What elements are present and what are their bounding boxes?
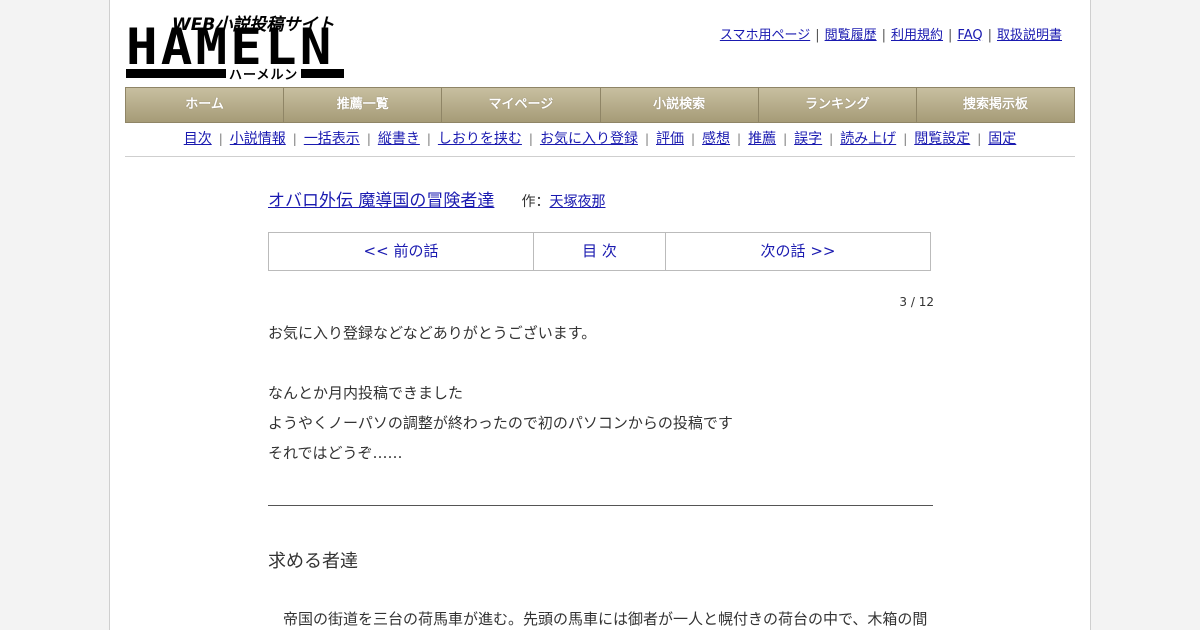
separator: | <box>903 132 908 146</box>
main-nav-ranking[interactable]: ランキング <box>759 88 917 122</box>
sub-nav-toc[interactable]: 目次 <box>184 131 212 147</box>
sub-nav-rating[interactable]: 評価 <box>656 131 684 147</box>
preface: お気に入り登録などなどありがとうございます。 なんとか月内投稿できました ようや… <box>268 318 733 468</box>
separator: | <box>644 132 649 146</box>
separator: | <box>691 132 696 146</box>
sub-nav-bookmark[interactable]: しおりを挟む <box>438 131 522 147</box>
sub-nav-novel-info[interactable]: 小説情報 <box>230 131 286 147</box>
main-nav: ホーム 推薦一覧 マイページ 小説検索 ランキング 捜索掲示板 <box>125 87 1075 123</box>
separator: | <box>528 132 533 146</box>
author-label: 作： <box>521 194 550 210</box>
chapter-body-line: 帝国の街道を三台の荷馬車が進む。先頭の馬車には御者が一人と幌付きの荷台の中で、木… <box>268 610 928 628</box>
top-link-smartphone[interactable]: スマホ用ページ <box>720 28 810 43</box>
preface-line: お気に入り登録などなどありがとうございます。 <box>268 324 597 342</box>
main-nav-home[interactable]: ホーム <box>126 88 285 122</box>
top-link-history[interactable]: 閲覧履歴 <box>825 28 877 43</box>
main-nav-board[interactable]: 捜索掲示板 <box>917 88 1074 122</box>
sub-nav-show-all[interactable]: 一括表示 <box>304 131 360 147</box>
separator: | <box>783 132 788 146</box>
sub-nav-favorite[interactable]: お気に入り登録 <box>540 131 638 147</box>
novel-title-link[interactable]: オバロ外伝 魔導国の冒険者達 <box>268 191 494 211</box>
separator: | <box>987 28 992 43</box>
separator: | <box>218 132 223 146</box>
page-container: WEB小説投稿サイト HAMELN ハーメルン スマホ用ページ | 閲覧履歴 | 利用規… <box>109 0 1091 630</box>
chapter-title: 求める者達 <box>268 551 358 572</box>
preface-line: なんとか月内投稿できました <box>268 384 464 402</box>
toc-link[interactable]: 目 次 <box>534 233 666 270</box>
separator: | <box>426 132 431 146</box>
separator: | <box>977 132 982 146</box>
sub-nav-reviews[interactable]: 感想 <box>702 131 730 147</box>
separator: | <box>881 28 886 43</box>
separator: | <box>737 132 742 146</box>
main-nav-recommendations[interactable]: 推薦一覧 <box>284 88 443 122</box>
main-nav-mypage[interactable]: マイページ <box>442 88 601 122</box>
top-link-terms[interactable]: 利用規約 <box>891 28 943 43</box>
main-nav-search[interactable]: 小説検索 <box>601 88 759 122</box>
top-links: スマホ用ページ | 閲覧履歴 | 利用規約 | FAQ | 取扱説明書 <box>720 24 1062 43</box>
preface-line: それではどうぞ…… <box>268 444 403 462</box>
separator: | <box>948 28 953 43</box>
sub-nav: 目次 | 小説情報 | 一括表示 | 縦書き | しおりを挟む | お気に入り登録 | 評価 | 感想 | 推薦… <box>125 122 1075 157</box>
novel-title-row: オバロ外伝 魔導国の冒険者達 作：天塚夜那 <box>268 186 606 211</box>
sub-nav-pin[interactable]: 固定 <box>988 131 1016 147</box>
preface-divider <box>268 505 933 506</box>
sub-nav-view-settings[interactable]: 閲覧設定 <box>914 131 970 147</box>
separator: | <box>829 132 834 146</box>
separator: | <box>815 28 820 43</box>
top-link-faq[interactable]: FAQ <box>957 28 982 43</box>
prev-episode-link[interactable]: << 前の話 <box>269 233 534 270</box>
top-link-manual[interactable]: 取扱説明書 <box>997 28 1062 43</box>
sub-nav-recommend[interactable]: 推薦 <box>748 131 776 147</box>
separator: | <box>292 132 297 146</box>
sub-nav-vertical[interactable]: 縦書き <box>378 131 420 147</box>
logo-kana: ハーメルン <box>226 64 302 83</box>
episode-progress: 3 / 12 <box>899 295 934 309</box>
preface-line <box>268 348 733 378</box>
next-episode-link[interactable]: 次の話 >> <box>666 233 930 270</box>
sub-nav-read-aloud[interactable]: 読み上げ <box>840 131 896 147</box>
author-link[interactable]: 天塚夜那 <box>550 194 606 210</box>
separator: | <box>366 132 371 146</box>
sub-nav-typo[interactable]: 誤字 <box>794 131 822 147</box>
preface-line: ようやくノーパソの調整が終わったので初のパソコンからの投稿です <box>268 414 733 432</box>
hameln-logo[interactable]: WEB小説投稿サイト HAMELN ハーメルン <box>126 10 348 83</box>
episode-nav: << 前の話 目 次 次の話 >> <box>268 232 931 271</box>
